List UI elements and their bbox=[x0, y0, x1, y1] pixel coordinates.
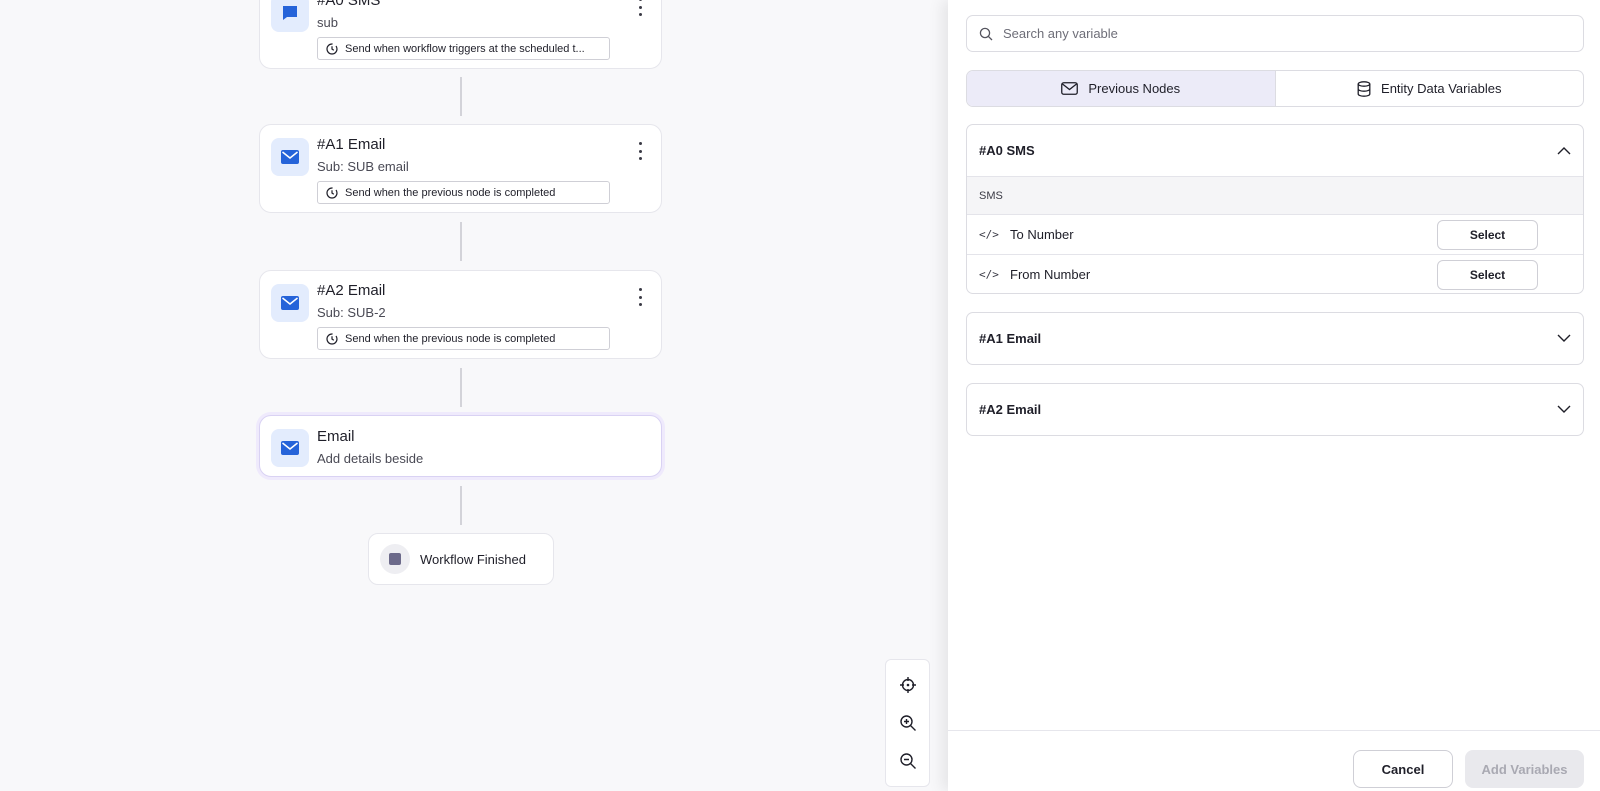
workflow-canvas[interactable]: #A0 SMS sub Send when workflow triggers … bbox=[0, 0, 948, 791]
cancel-button[interactable]: Cancel bbox=[1353, 750, 1453, 788]
recenter-button[interactable] bbox=[895, 672, 921, 698]
section-a0-sms: #A0 SMS SMS </> To Number Select </> Fro… bbox=[966, 124, 1584, 294]
variable-tabs: Previous Nodes Entity Data Variables bbox=[966, 70, 1584, 107]
tab-entity-data-variables[interactable]: Entity Data Variables bbox=[1276, 71, 1584, 106]
zoom-in-icon bbox=[899, 715, 916, 731]
timer-icon bbox=[326, 186, 338, 199]
connector-line bbox=[460, 222, 462, 261]
workflow-node-email-selected[interactable]: Email Add details beside bbox=[259, 415, 662, 477]
workflow-node-a1-email[interactable]: #A1 Email Sub: SUB email Send when the p… bbox=[259, 124, 662, 213]
timer-icon bbox=[326, 332, 338, 345]
chevron-up-icon bbox=[1557, 147, 1571, 155]
search-input[interactable] bbox=[1003, 26, 1563, 41]
connector-line bbox=[460, 77, 462, 116]
section-header[interactable]: #A2 Email bbox=[967, 384, 1583, 435]
section-header[interactable]: #A0 SMS bbox=[967, 125, 1583, 176]
panel-footer: Cancel Add Variables bbox=[948, 730, 1600, 791]
tab-previous-nodes[interactable]: Previous Nodes bbox=[967, 71, 1276, 106]
node-title: Email bbox=[317, 428, 355, 445]
workflow-node-a0-sms[interactable]: #A0 SMS sub Send when workflow triggers … bbox=[259, 0, 662, 69]
select-button[interactable]: Select bbox=[1437, 260, 1538, 290]
zoom-out-icon bbox=[899, 753, 916, 769]
variables-panel: Previous Nodes Entity Data Variables #A0… bbox=[948, 0, 1600, 791]
search-icon bbox=[979, 27, 993, 40]
variable-row: </> To Number Select bbox=[967, 215, 1583, 254]
node-trigger: Send when the previous node is completed bbox=[317, 181, 610, 204]
database-icon bbox=[1357, 80, 1371, 97]
variable-label: To Number bbox=[1010, 227, 1074, 242]
node-title: #A2 Email bbox=[317, 282, 386, 299]
chevron-down-icon bbox=[1557, 405, 1571, 413]
zoom-out-button[interactable] bbox=[895, 748, 921, 774]
stop-icon bbox=[380, 544, 410, 574]
node-subtitle: Add details beside bbox=[317, 451, 424, 466]
node-trigger: Send when the previous node is completed bbox=[317, 327, 610, 350]
section-a1-email: #A1 Email bbox=[966, 312, 1584, 365]
zoom-controls bbox=[885, 659, 930, 787]
crosshair-icon bbox=[899, 677, 916, 693]
finish-label: Workflow Finished bbox=[420, 551, 526, 567]
code-icon: </> bbox=[979, 228, 999, 241]
node-title: #A1 Email bbox=[317, 136, 386, 153]
code-icon: </> bbox=[979, 267, 999, 281]
node-subtitle: Sub: SUB-2 bbox=[317, 305, 386, 320]
timer-icon bbox=[326, 42, 338, 55]
workflow-finished-node[interactable]: Workflow Finished bbox=[368, 533, 554, 585]
mail-icon bbox=[271, 429, 309, 467]
variable-search[interactable] bbox=[966, 15, 1584, 52]
variable-group-label: SMS bbox=[967, 176, 1583, 215]
variable-label: From Number bbox=[1010, 266, 1091, 282]
add-variables-button[interactable]: Add Variables bbox=[1465, 750, 1584, 788]
node-trigger: Send when workflow triggers at the sched… bbox=[317, 37, 610, 60]
node-title: #A0 SMS bbox=[317, 0, 381, 9]
mail-icon bbox=[1061, 82, 1079, 95]
select-button[interactable]: Select bbox=[1437, 220, 1538, 250]
zoom-in-button[interactable] bbox=[895, 710, 921, 736]
variable-row: </> From Number Select bbox=[967, 254, 1583, 293]
more-options-icon[interactable] bbox=[637, 288, 643, 306]
section-header[interactable]: #A1 Email bbox=[967, 313, 1583, 364]
connector-line bbox=[460, 486, 462, 525]
node-subtitle: sub bbox=[317, 15, 338, 30]
more-options-icon[interactable] bbox=[637, 0, 643, 16]
mail-icon bbox=[271, 284, 309, 322]
chat-bubble-icon bbox=[271, 0, 309, 32]
section-a2-email: #A2 Email bbox=[966, 383, 1584, 436]
more-options-icon[interactable] bbox=[637, 142, 643, 160]
node-subtitle: Sub: SUB email bbox=[317, 159, 409, 174]
chevron-down-icon bbox=[1557, 334, 1571, 342]
workflow-node-a2-email[interactable]: #A2 Email Sub: SUB-2 Send when the previ… bbox=[259, 270, 662, 359]
mail-icon bbox=[271, 138, 309, 176]
connector-line bbox=[460, 368, 462, 407]
